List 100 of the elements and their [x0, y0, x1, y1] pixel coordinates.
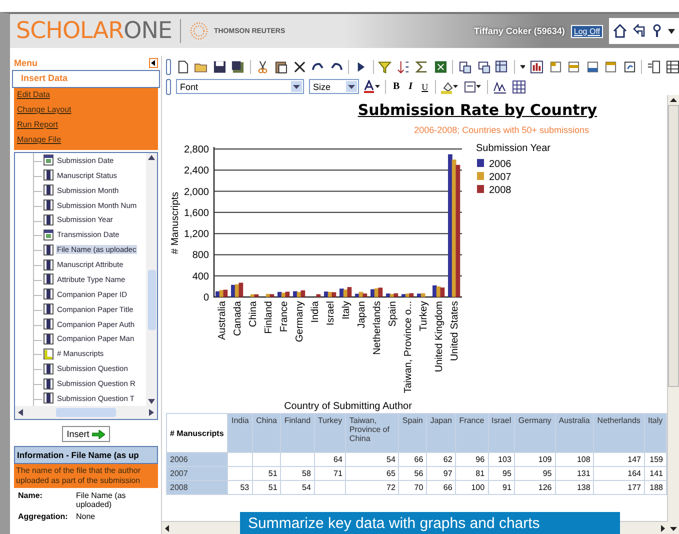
dropdown-caret-icon: [668, 28, 675, 34]
table-cell: 177: [594, 480, 644, 494]
column-header: China: [252, 414, 281, 452]
scrollbar-thumb[interactable]: [56, 408, 116, 417]
scrollbar-thumb[interactable]: [148, 270, 156, 330]
x-tick-label: Spain: [387, 301, 398, 327]
table-cell: 95: [488, 466, 515, 480]
report-title: Submission Rate by Country: [358, 101, 597, 119]
vertical-scrollbar[interactable]: [667, 95, 679, 534]
table-cell: 81: [456, 466, 488, 480]
caption-text: Summarize key data with graphs and charts: [248, 514, 540, 532]
column-header: Finland: [280, 414, 314, 452]
menu-link[interactable]: Manage File: [14, 133, 64, 148]
calendar-field-icon: [43, 228, 54, 241]
floppy-disks-icon: [231, 60, 245, 74]
legend-title: Submission Year: [476, 143, 550, 154]
table-cell: 72: [346, 480, 399, 494]
table-cell: 138: [555, 480, 594, 494]
down-arrow-icon: [670, 527, 677, 531]
font-select[interactable]: Font: [176, 79, 304, 94]
x-tick-label: China: [248, 301, 259, 328]
field-label: Aggregation:: [18, 512, 69, 521]
table-cell: 53: [228, 480, 253, 494]
ruler-field-icon: [43, 348, 54, 360]
column-field-icon: [43, 184, 54, 196]
bold-button[interactable]: B: [391, 81, 402, 92]
refresh-page-icon: [622, 60, 636, 74]
italic-button[interactable]: I: [406, 81, 415, 92]
legend-label: 2007: [489, 172, 512, 183]
x-tick-label: Taiwan, Province o...: [402, 301, 414, 394]
menu-link[interactable]: Change Layout: [14, 103, 74, 118]
spreadsheet-icon: [434, 60, 448, 74]
back-arrow-icon: [632, 24, 646, 38]
grid-icon: [512, 80, 526, 94]
sort-icon: [396, 60, 410, 74]
y-tick-label: 2,000: [184, 186, 209, 198]
menu-link[interactable]: Run Report: [14, 118, 61, 133]
y-tick-label: 800: [192, 250, 209, 262]
bar-chart-icon: [530, 60, 544, 74]
row-header: 2008: [166, 480, 228, 494]
right-arrow-icon: [661, 524, 665, 532]
underline-button[interactable]: U: [420, 82, 430, 92]
table-cell: 66: [426, 480, 456, 494]
logoff-link[interactable]: Log Off: [570, 24, 603, 38]
column-field-icon: [43, 214, 54, 226]
layout-icon: [567, 60, 581, 74]
table-cell: 97: [426, 466, 456, 480]
column-header: Spain: [398, 414, 427, 452]
table-cell: 96: [456, 452, 488, 466]
layout-icon: [604, 60, 618, 74]
size-select[interactable]: Size: [309, 79, 359, 94]
menu-link[interactable]: Edit Data: [14, 88, 53, 103]
left-triangle-icon: [150, 59, 157, 67]
column-field-icon: [43, 199, 54, 212]
insert-button[interactable]: Insert: [62, 426, 110, 442]
left-arrow-icon: [18, 409, 23, 416]
table-cell: 108: [555, 452, 594, 466]
report-subtitle: 2006-2008; Countries with 50+ submissions: [414, 125, 589, 135]
border-style-icon: [464, 80, 482, 94]
column-field-icon: [43, 169, 54, 182]
x-tick-label: Finland: [263, 301, 274, 334]
column-field-icon: [43, 362, 54, 375]
column-field-icon: [43, 303, 54, 316]
collapse-button[interactable]: [149, 58, 158, 68]
horizontal-scrollbar[interactable]: [15, 406, 157, 419]
column-field-icon: [43, 244, 54, 256]
sigma-icon: [415, 60, 429, 74]
x-axis-title: Country of Submitting Author: [284, 401, 412, 412]
table-cell: 126: [514, 480, 556, 494]
font-color-icon: [364, 80, 380, 94]
x-tick-label: Italy: [340, 301, 352, 320]
new-file-icon: [176, 60, 190, 74]
column-header: Turkey: [314, 414, 346, 452]
row-header: 2007: [166, 466, 228, 480]
home-icon: [613, 24, 627, 38]
layout-icon: [548, 60, 562, 74]
table-menu-icon: [495, 60, 509, 74]
vertical-scrollbar[interactable]: [146, 153, 157, 406]
table-cell: 71: [314, 466, 346, 480]
logo-text: SCHOLARONE: [16, 18, 172, 44]
table-cell: 54: [346, 452, 399, 466]
column-field-icon: [43, 332, 54, 345]
column-field-icon: [43, 378, 54, 390]
info-title: Information - File Name (as up: [14, 446, 158, 464]
x-tick-label: Netherlands: [372, 301, 383, 355]
table-cell: 58: [280, 466, 314, 480]
y-tick-label: 1,200: [184, 229, 209, 240]
column-field-icon: [43, 288, 54, 300]
column-header: Japan: [426, 414, 456, 452]
layout-icon: [586, 60, 600, 74]
column-header: Israel: [488, 414, 515, 452]
clipboard-icon: [274, 60, 288, 74]
sunburst-logo-icon: [188, 21, 209, 41]
y-tick-label: 1,600: [184, 208, 209, 219]
table-cell: 54: [280, 480, 314, 494]
table-cell: 51: [252, 466, 281, 480]
font-size-icon: [493, 80, 508, 94]
table-cell: 64: [314, 452, 346, 466]
y-tick-label: 2,400: [184, 166, 209, 177]
x-tick-label: Japan: [356, 301, 368, 328]
